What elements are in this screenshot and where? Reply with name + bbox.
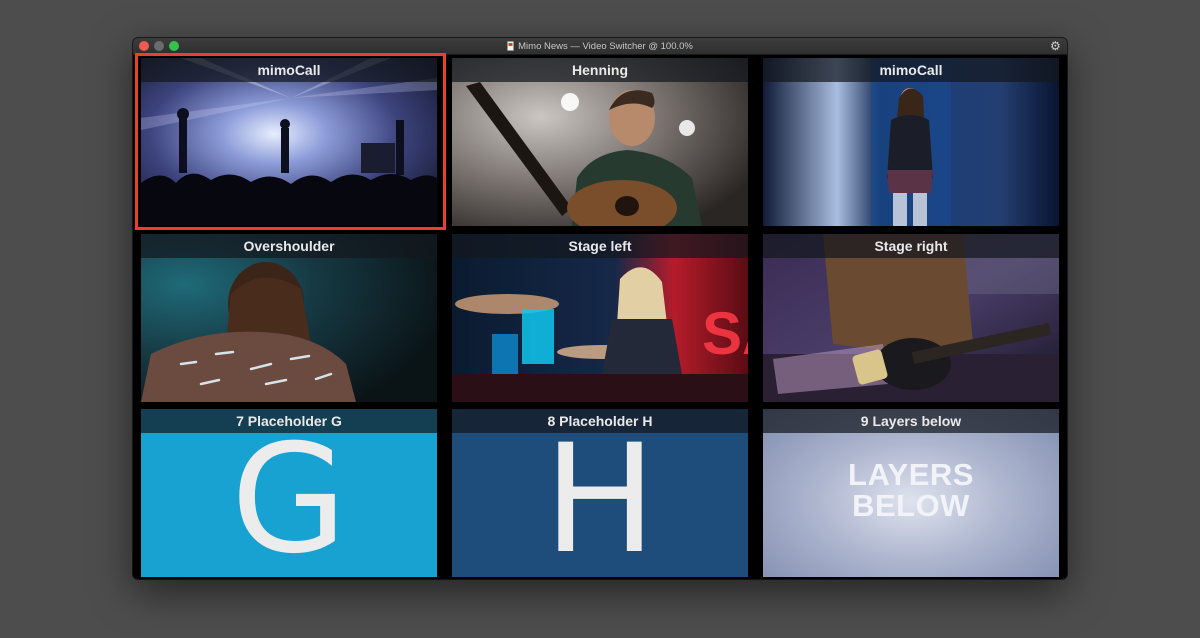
source-tile-7[interactable]: G 7 Placeholder G — [141, 409, 437, 577]
placeholder-letter: G — [230, 413, 348, 577]
svg-text:SA: SA — [702, 300, 748, 367]
source-tile-3[interactable]: mimoCall — [763, 58, 1059, 226]
concert-stage-image — [141, 58, 437, 226]
document-icon — [507, 41, 514, 51]
layers-below-text: LAYERS BELOW — [763, 459, 1059, 521]
source-tile-9[interactable]: LAYERS BELOW 9 Layers below — [763, 409, 1059, 577]
window-title: Mimo News — Video Switcher @ 100.0% — [518, 40, 693, 52]
tile-label: Henning — [452, 58, 748, 82]
tile-label: 8 Placeholder H — [452, 409, 748, 433]
tile-label: 7 Placeholder G — [141, 409, 437, 433]
source-grid: mimoCall Henning mimoCall Overshoulder S… — [133, 53, 1067, 579]
layers-line-1: LAYERS — [848, 457, 974, 492]
tile-label: Stage left — [452, 234, 748, 258]
tile-label: Overshoulder — [141, 234, 437, 258]
gear-icon[interactable]: ⚙ — [1050, 40, 1062, 52]
singer-image — [763, 58, 1059, 226]
source-tile-5[interactable]: SA Stage left — [452, 234, 748, 402]
window-title-wrap: Mimo News — Video Switcher @ 100.0% — [133, 38, 1067, 54]
source-tile-6[interactable]: Stage right — [763, 234, 1059, 402]
drummer-image: SA — [452, 234, 748, 402]
tile-label: Stage right — [763, 234, 1059, 258]
source-tile-8[interactable]: H 8 Placeholder H — [452, 409, 748, 577]
guitarist-image — [452, 58, 748, 226]
layers-line-2: BELOW — [852, 488, 970, 523]
tile-label: 9 Layers below — [763, 409, 1059, 433]
guitar-player-image — [763, 234, 1059, 402]
placeholder-letter: H — [543, 413, 657, 577]
overshoulder-image — [141, 234, 437, 402]
source-tile-4[interactable]: Overshoulder — [141, 234, 437, 402]
tile-label: mimoCall — [141, 58, 437, 82]
source-tile-2[interactable]: Henning — [452, 58, 748, 226]
title-bar: Mimo News — Video Switcher @ 100.0% ⚙ — [133, 38, 1067, 55]
source-tile-1[interactable]: mimoCall — [141, 58, 437, 226]
tile-label: mimoCall — [763, 58, 1059, 82]
video-switcher-window: Mimo News — Video Switcher @ 100.0% ⚙ mi… — [133, 38, 1067, 579]
